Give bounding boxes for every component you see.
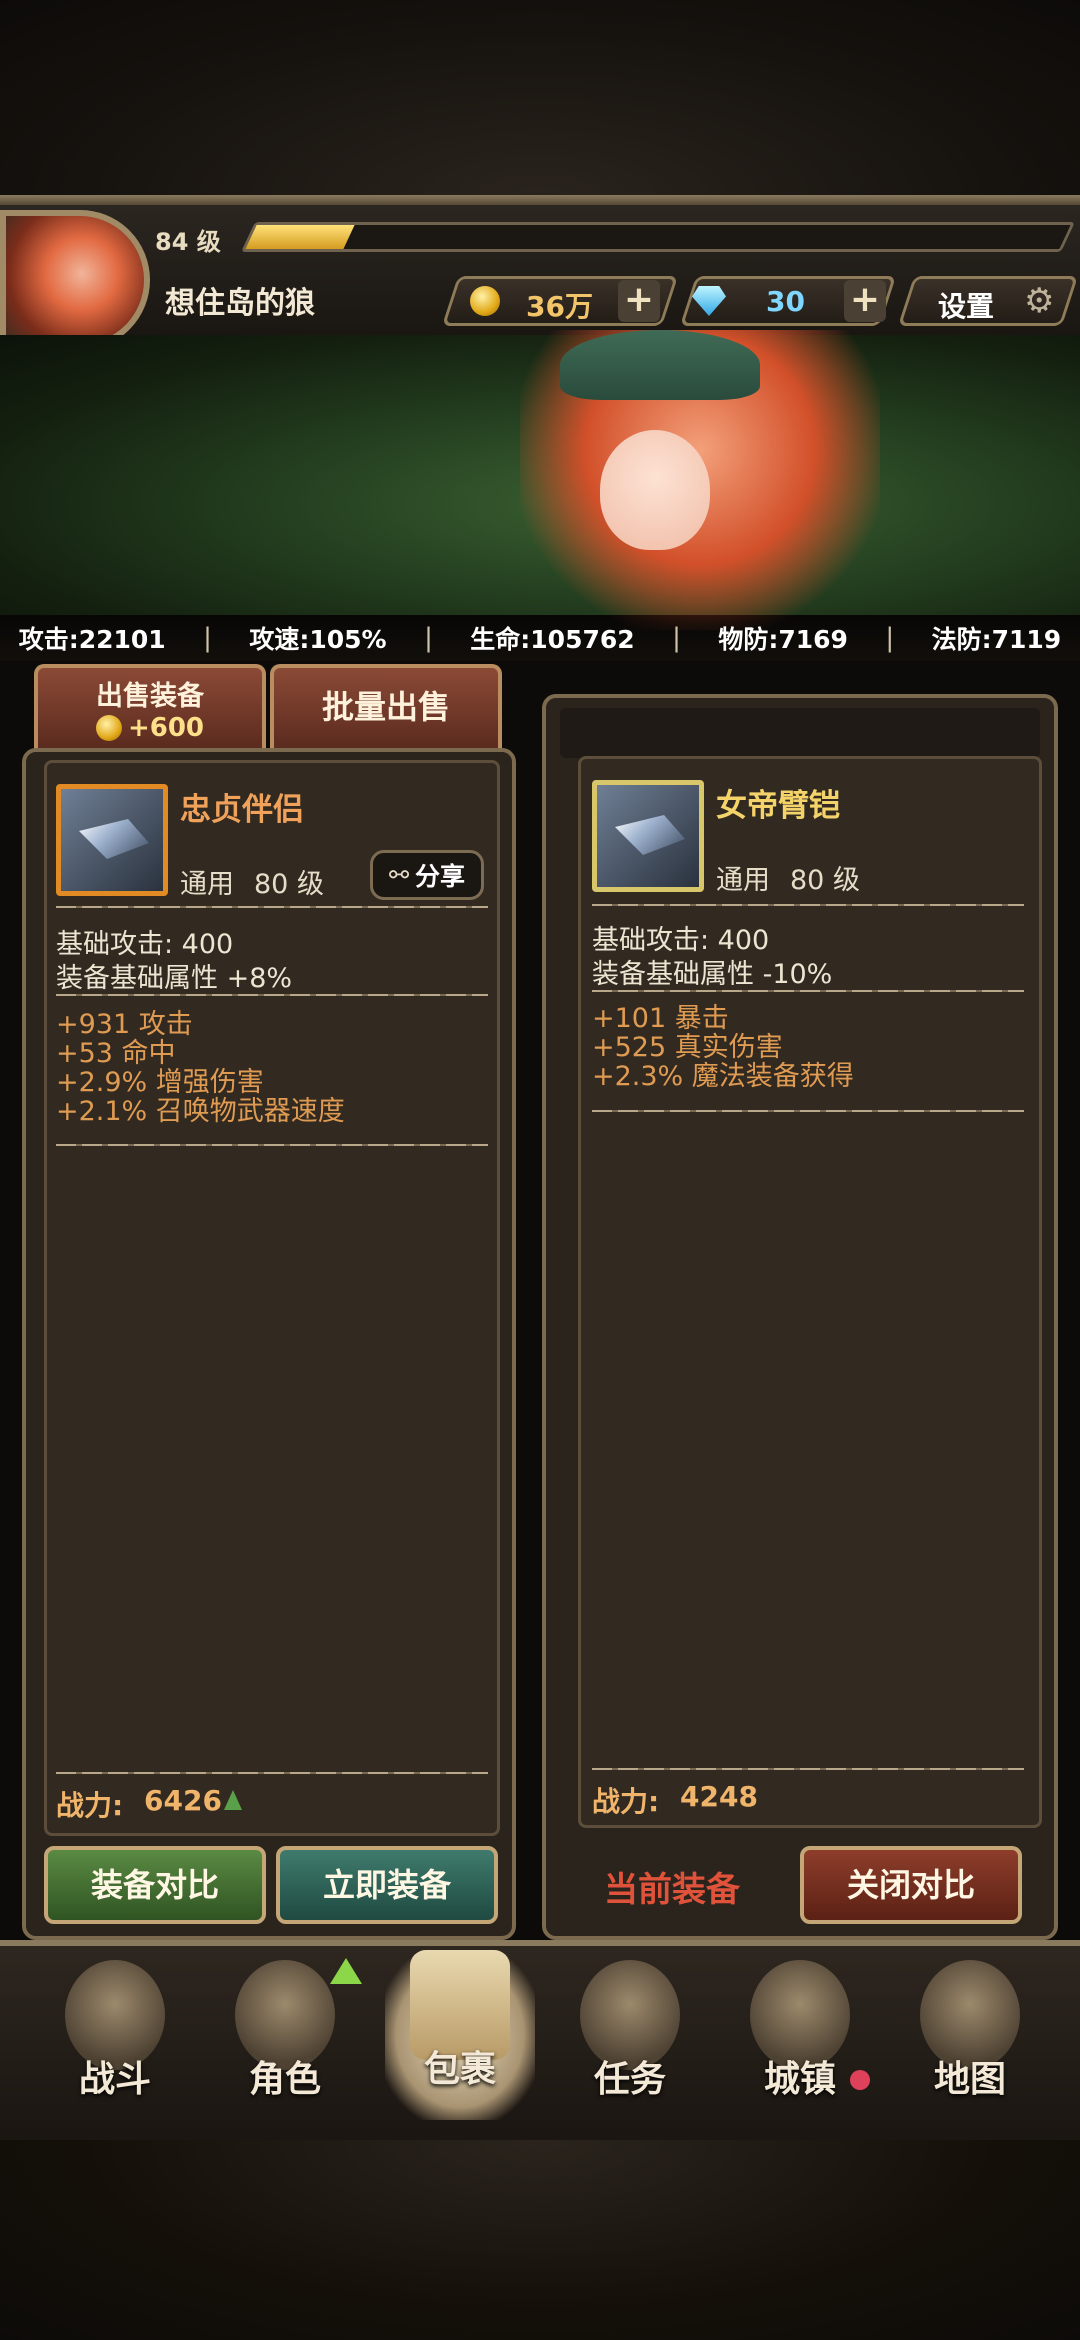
stat-attack: 攻击:22101 bbox=[18, 625, 166, 654]
xp-bar bbox=[241, 222, 1075, 252]
gear-icon: ⚙ bbox=[1024, 281, 1055, 321]
divider bbox=[592, 1110, 1024, 1112]
coin-icon bbox=[470, 286, 500, 316]
left-bonus: +53 命中 bbox=[56, 1038, 176, 1069]
stat-health: 生命:105762 bbox=[470, 625, 635, 654]
heroine-face bbox=[600, 430, 710, 550]
share-label: 分享 bbox=[415, 862, 466, 891]
player-name: 想住岛的狼 bbox=[165, 286, 315, 321]
stat-separator: | bbox=[672, 623, 681, 653]
stat-attack-speed: 攻速:105% bbox=[249, 625, 387, 654]
close-compare-button[interactable]: 关闭对比 bbox=[800, 1846, 1022, 1924]
nav-battle[interactable]: 战斗 bbox=[40, 1960, 190, 2130]
left-bonus: +931 攻击 bbox=[56, 1009, 193, 1040]
power-up-arrow-icon bbox=[224, 1790, 242, 1810]
nav-town[interactable]: 城镇 bbox=[725, 1960, 875, 2130]
right-bonus: +525 真实伤害 bbox=[592, 1032, 783, 1063]
left-item-icon[interactable] bbox=[56, 784, 168, 896]
right-item-name: 女帝臂铠 bbox=[716, 788, 840, 824]
compare-button[interactable]: 装备对比 bbox=[44, 1846, 266, 1924]
right-item-type: 通用 bbox=[716, 865, 770, 896]
sell-value: +600 bbox=[127, 713, 205, 743]
left-item-level: 80 级 bbox=[254, 869, 324, 900]
tab-sell-equipment[interactable]: 出售装备 +600 bbox=[34, 664, 266, 750]
gem-amount: 30 bbox=[766, 285, 805, 318]
nav-map[interactable]: 地图 bbox=[895, 1960, 1045, 2130]
nav-label: 地图 bbox=[933, 2059, 1006, 2100]
upgrade-arrow-icon bbox=[330, 1958, 362, 1984]
notification-dot bbox=[850, 2070, 870, 2090]
tab-batch-sell[interactable]: 批量出售 bbox=[270, 664, 502, 750]
left-base-attribute: 装备基础属性 +8% bbox=[56, 963, 293, 994]
right-bonus: +101 暴击 bbox=[592, 1003, 729, 1034]
nav-quests[interactable]: 任务 bbox=[555, 1960, 705, 2130]
nav-label: 战斗 bbox=[78, 2059, 151, 2100]
stat-separator: | bbox=[424, 623, 433, 653]
right-panel-header bbox=[560, 708, 1040, 758]
nav-label: 包裹 bbox=[423, 2049, 496, 2090]
share-icon: ⚯ bbox=[388, 861, 410, 889]
divider bbox=[592, 990, 1024, 992]
stats-bar: 攻击:22101 | 攻速:105% | 生命:105762 | 物防:7169… bbox=[0, 615, 1080, 661]
left-bonus: +2.9% 增强伤害 bbox=[56, 1067, 264, 1098]
coin-icon bbox=[95, 715, 122, 741]
gold-amount: 36万 bbox=[526, 290, 593, 323]
stat-separator: | bbox=[885, 623, 895, 653]
left-power-value: 6426 bbox=[144, 1784, 222, 1817]
divider bbox=[592, 1768, 1024, 1770]
divider bbox=[56, 906, 488, 908]
heroine-hat bbox=[560, 330, 760, 400]
divider bbox=[592, 904, 1024, 906]
equip-now-button[interactable]: 立即装备 bbox=[276, 1846, 498, 1924]
armguard-icon bbox=[79, 819, 149, 859]
sell-value-row: +600 bbox=[38, 713, 262, 743]
stat-magic-defense: 法防:7119 bbox=[931, 625, 1062, 654]
left-item-type: 通用 bbox=[180, 869, 234, 900]
left-power-label: 战力: bbox=[56, 1789, 124, 1822]
right-item-level: 80 级 bbox=[790, 865, 860, 896]
add-gold-button[interactable]: + bbox=[618, 280, 660, 322]
divider bbox=[56, 994, 488, 996]
nav-bag[interactable]: 包裹 bbox=[385, 1950, 535, 2120]
right-power-value: 4248 bbox=[680, 1780, 758, 1813]
nav-label: 任务 bbox=[593, 2059, 666, 2100]
right-power-label: 战力: bbox=[592, 1785, 660, 1818]
stat-separator: | bbox=[203, 623, 212, 653]
avatar[interactable] bbox=[0, 210, 150, 350]
player-level: 84 级 bbox=[155, 228, 221, 256]
bottom-ornament bbox=[0, 2140, 1080, 2340]
nav-character[interactable]: 角色 bbox=[210, 1960, 360, 2130]
stat-physical-defense: 物防:7169 bbox=[718, 625, 848, 654]
nav-label: 角色 bbox=[248, 2059, 321, 2100]
right-item-card bbox=[578, 756, 1042, 1828]
left-item-name: 忠贞伴侣 bbox=[180, 792, 304, 828]
left-bonus: +2.1% 召唤物武器速度 bbox=[56, 1096, 345, 1127]
right-bonus: +2.3% 魔法装备获得 bbox=[592, 1061, 854, 1092]
divider bbox=[56, 1772, 488, 1774]
sell-label: 出售装备 bbox=[96, 681, 204, 712]
top-ornament bbox=[0, 0, 1080, 200]
divider bbox=[56, 1144, 488, 1146]
right-item-icon[interactable] bbox=[592, 780, 704, 892]
armguard-icon bbox=[615, 815, 685, 855]
xp-bar-fill bbox=[245, 225, 355, 249]
share-button[interactable]: ⚯ 分享 bbox=[370, 850, 484, 900]
current-equipment-label: 当前装备 bbox=[604, 1870, 740, 1910]
right-base-attribute: 装备基础属性 -10% bbox=[592, 959, 833, 990]
add-gems-button[interactable]: + bbox=[844, 280, 886, 322]
settings-label: 设置 bbox=[938, 290, 995, 323]
